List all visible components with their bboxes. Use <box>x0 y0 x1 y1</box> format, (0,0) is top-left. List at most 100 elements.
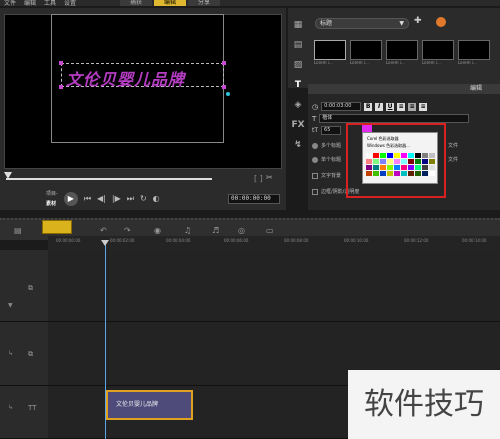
border-icon <box>312 188 318 195</box>
end-icon[interactable]: ⏭ <box>127 194 134 204</box>
resize-handle[interactable] <box>222 85 226 89</box>
ruler-tick: 00:00:02:00 <box>110 238 135 243</box>
title-track-header[interactable]: ↳ TT <box>0 386 48 439</box>
undo-icon[interactable]: ↶ <box>100 226 107 235</box>
project-mode-label[interactable]: 项目- <box>46 190 58 197</box>
radio-single-title[interactable] <box>312 156 318 163</box>
resize-handle[interactable] <box>59 85 63 89</box>
playback-controls: 项目- 素材 ▶ ⏮ ◀| |▶ ⏭ ↻ ◐ <box>46 190 160 207</box>
duration-field[interactable]: 0:00:03:00 <box>321 102 362 111</box>
title-clip[interactable]: 文伦贝婴儿品牌 <box>106 390 193 420</box>
add-title-icon[interactable]: ✚ <box>414 16 422 26</box>
ruler-tick: 00:00:04:00 <box>166 238 191 243</box>
align-left-button[interactable]: ≡ <box>397 102 406 111</box>
clip-mode-label[interactable]: 素材 <box>46 200 58 207</box>
step-share[interactable]: 分享 <box>188 0 221 6</box>
repeat-icon[interactable]: ↻ <box>140 194 147 203</box>
prev-frame-icon[interactable]: ◀| <box>97 194 106 203</box>
clock-icon: ◷ <box>312 102 319 111</box>
thumbnail[interactable]: Lorem i... <box>386 40 418 66</box>
options-icon[interactable] <box>436 17 446 27</box>
chevron-down-icon: ▼ <box>399 20 404 27</box>
rotate-handle[interactable] <box>226 92 230 96</box>
option-single-title: 单个标题 <box>321 157 342 163</box>
track-visibility-icon[interactable]: ↳ <box>8 404 13 411</box>
audio-mixer-icon[interactable]: ♫ <box>184 226 191 235</box>
side-toolbar: ▦ ▤ ▨ T ◈ FX ↯ <box>288 14 308 160</box>
thumbnail[interactable]: Lorem i... <box>314 40 346 66</box>
video-track[interactable] <box>48 250 500 322</box>
overlay-track-header[interactable]: ↳ ⧉ <box>0 322 48 386</box>
align-center-button[interactable]: ≡ <box>408 102 417 111</box>
option-multi-title: 多个标题 <box>321 143 342 149</box>
title-text[interactable]: 文伦贝婴儿品牌 <box>66 66 185 90</box>
top-menu-bar: 文件 编辑 工具 设置 捕获 编辑 分享 <box>0 0 500 7</box>
filter-icon[interactable]: FX <box>290 120 306 134</box>
highlight-frame <box>346 123 446 198</box>
step-edit[interactable]: 编辑 <box>154 0 187 6</box>
instant-project-icon[interactable]: ▤ <box>290 40 306 54</box>
thumbnail[interactable]: Lorem i... <box>458 40 490 66</box>
video-track-header[interactable]: ▼ ⧉ <box>0 250 48 322</box>
align-right-button[interactable]: ≡ <box>419 102 428 111</box>
thumbnail[interactable]: Lorem i... <box>350 40 382 66</box>
workflow-steps: 捕获 编辑 分享 <box>120 0 221 6</box>
media-icon[interactable]: ▦ <box>290 20 306 34</box>
bold-button[interactable]: B <box>364 102 373 111</box>
auto-music-icon[interactable]: ♬ <box>212 226 219 235</box>
font-icon: T <box>312 114 317 123</box>
ruler-tick: 00:00:14:00 <box>462 238 487 243</box>
watermark: 软件技巧 <box>348 370 500 439</box>
library-category-value: 标题 <box>320 20 333 27</box>
step-capture[interactable]: 捕获 <box>120 0 153 6</box>
resize-handle[interactable] <box>222 61 226 65</box>
radio-multi-title[interactable] <box>312 142 318 149</box>
next-frame-icon[interactable]: |▶ <box>112 194 121 203</box>
library-category-select[interactable]: 标题 ▼ <box>315 18 409 29</box>
storyboard-view-icon[interactable]: ▤ <box>14 226 22 235</box>
font-select[interactable]: 楷体 <box>319 114 470 123</box>
menu-edit[interactable]: 编辑 <box>24 0 36 7</box>
main-menu: 文件 编辑 工具 设置 <box>4 0 76 7</box>
scrubber-bar[interactable] <box>6 178 212 180</box>
overlay-track-icon: ⧉ <box>28 350 33 358</box>
home-icon[interactable]: ⏮ <box>84 194 91 204</box>
timeline-ruler[interactable]: 00:00:00:00 00:00:02:00 00:00:04:00 00:0… <box>48 236 500 250</box>
menu-file[interactable]: 文件 <box>4 0 16 7</box>
underline-button[interactable]: U <box>386 102 395 111</box>
graphic-icon[interactable]: ◈ <box>290 100 306 114</box>
track-visibility-icon[interactable]: ▼ <box>8 302 13 309</box>
font-size-field[interactable]: 65 <box>321 126 342 135</box>
ruler-tick: 00:00:12:00 <box>404 238 429 243</box>
menu-settings[interactable]: 设置 <box>64 0 76 7</box>
record-icon[interactable]: ◉ <box>154 226 161 235</box>
cut-icon[interactable]: ✂ <box>266 173 273 182</box>
title-icon[interactable]: T <box>290 80 306 94</box>
play-button[interactable]: ▶ <box>63 191 78 206</box>
resize-handle[interactable] <box>59 61 63 65</box>
path-icon[interactable]: ↯ <box>290 140 306 154</box>
subtitle-icon[interactable]: ▭ <box>266 226 274 235</box>
ruler-tick: 00:00:08:00 <box>284 238 309 243</box>
option-text-background: 文字背景 <box>321 173 342 179</box>
transition-icon[interactable]: ▨ <box>290 60 306 74</box>
timecode-display[interactable]: 00:00:00:00 <box>228 194 280 204</box>
thumbnail[interactable]: Lorem i... <box>422 40 454 66</box>
trim-markers[interactable]: [ ] <box>254 174 263 183</box>
italic-button[interactable]: I <box>375 102 384 111</box>
tab-edit[interactable]: 编辑 <box>308 84 500 94</box>
ruler-tick: 00:00:10:00 <box>344 238 369 243</box>
track-visibility-icon[interactable]: ↳ <box>8 350 13 357</box>
volume-icon[interactable]: ◐ <box>153 194 160 203</box>
checkbox-text-bg[interactable] <box>312 172 318 179</box>
ruler-tick: 00:00:00:00 <box>56 238 81 243</box>
size-icon: tT <box>312 127 319 134</box>
ruler-tick: 00:00:06:00 <box>224 238 249 243</box>
redo-icon[interactable]: ↷ <box>124 226 131 235</box>
timeline-view-button[interactable] <box>42 220 72 234</box>
motion-track-icon[interactable]: ◎ <box>238 226 245 235</box>
file-label[interactable]: 文件 <box>448 156 458 163</box>
title-thumbnails: Lorem i... Lorem i... Lorem i... Lorem i… <box>314 40 490 66</box>
menu-tools[interactable]: 工具 <box>44 0 56 7</box>
file-label[interactable]: 文件 <box>448 142 458 149</box>
